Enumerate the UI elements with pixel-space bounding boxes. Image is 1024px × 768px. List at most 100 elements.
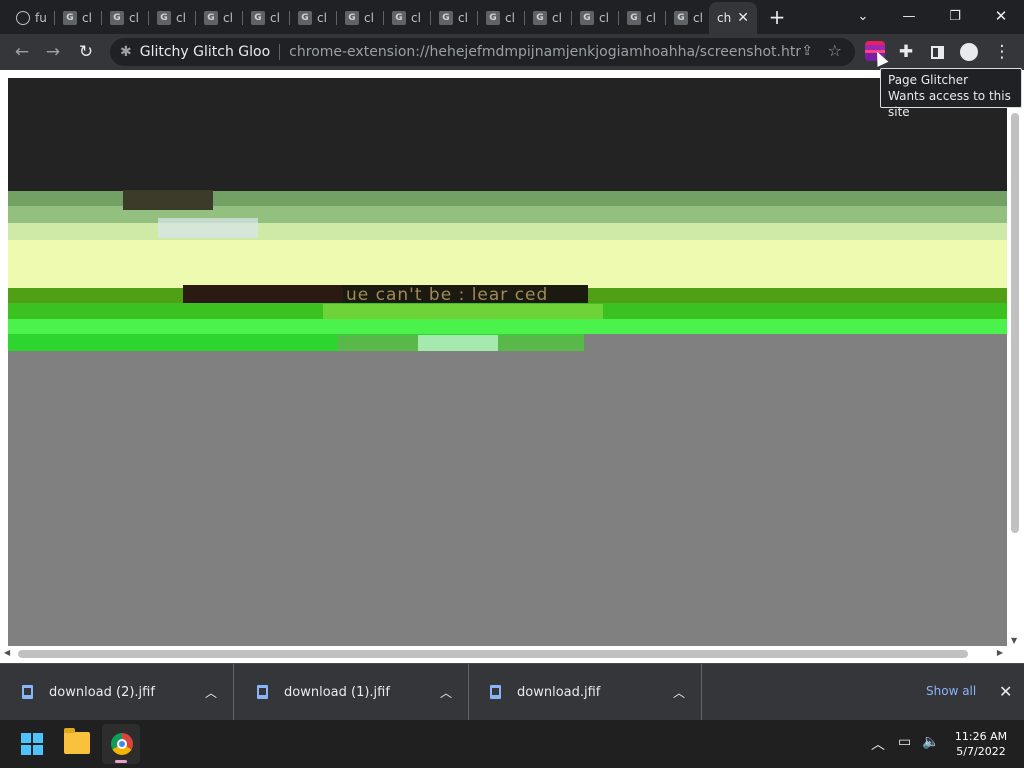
network-icon[interactable]: ▭ [898, 734, 911, 750]
tab-12[interactable]: G cl [525, 4, 572, 32]
bookmark-star-icon[interactable]: ☆ [828, 41, 842, 60]
google-favicon-icon: G [251, 11, 265, 25]
google-favicon-icon: G [486, 11, 500, 25]
reload-icon[interactable]: ↻ [73, 39, 99, 65]
tooltip-title: Page Glitcher [888, 73, 969, 87]
chevron-up-icon[interactable]: ︿ [205, 684, 217, 701]
extensions-icon[interactable]: ✚ [893, 39, 919, 65]
chevron-up-icon[interactable]: ︿ [871, 734, 885, 754]
tab-10[interactable]: G cl [431, 4, 478, 32]
tab-label: cl [364, 11, 374, 25]
google-favicon-icon: G [580, 11, 594, 25]
system-clock[interactable]: 11:26 AM 5/7/2022 [944, 729, 1018, 759]
address-bar[interactable]: ✱ Glitchy Glitch Gloo chrome-extension:/… [110, 38, 855, 66]
google-favicon-icon: G [157, 11, 171, 25]
tab-14[interactable]: G cl [619, 4, 666, 32]
close-window-button[interactable]: ✕ [981, 4, 1021, 28]
tab-5[interactable]: G cl [196, 4, 243, 32]
profile-icon[interactable] [956, 39, 982, 65]
google-favicon-icon: G [392, 11, 406, 25]
tab-label: cl [552, 11, 562, 25]
tab-9[interactable]: G cl [384, 4, 431, 32]
download-item[interactable]: download (1).jfif ︿ [235, 664, 469, 720]
google-favicon-icon: G [204, 11, 218, 25]
chrome-taskbar-button[interactable] [102, 724, 140, 764]
tab-label: cl [270, 11, 280, 25]
glitched-text: ue can't be : lear ced [346, 285, 549, 305]
chrome-icon [111, 733, 133, 755]
scroll-left-arrow-icon[interactable]: ◀ [4, 648, 10, 657]
side-panel-icon[interactable] [924, 39, 950, 65]
tab-label: cl [176, 11, 186, 25]
google-favicon-icon: G [345, 11, 359, 25]
menu-kebab-icon[interactable]: ⋮ [989, 39, 1015, 65]
forward-icon[interactable]: → [40, 39, 66, 65]
tab-11[interactable]: G cl [478, 4, 525, 32]
google-favicon-icon: G [298, 11, 312, 25]
download-filename: download (2).jfif [49, 684, 155, 700]
file-icon [22, 685, 33, 699]
tab-2[interactable]: G cl [55, 4, 102, 32]
tab-8[interactable]: G cl [337, 4, 384, 32]
google-favicon-icon: G [627, 11, 641, 25]
tooltip-subtitle: Wants access to this site [888, 89, 1011, 119]
tab-label: cl [129, 11, 139, 25]
tab-1[interactable]: fu [8, 4, 55, 32]
tab-label: cl [82, 11, 92, 25]
file-icon [257, 685, 268, 699]
tab-label: ch [717, 11, 732, 25]
extension-tooltip: Page Glitcher Wants access to this site [880, 68, 1022, 119]
tab-7[interactable]: G cl [290, 4, 337, 32]
share-icon[interactable]: ⇪ [801, 43, 813, 59]
vertical-scroll-thumb[interactable] [1011, 113, 1019, 533]
download-item[interactable]: download.jfif ︿ [468, 664, 702, 720]
horizontal-scrollbar[interactable]: ◀ ▶ [4, 646, 1007, 660]
file-explorer-icon[interactable] [64, 728, 90, 754]
tab-label: cl [411, 11, 421, 25]
scroll-down-arrow-icon[interactable]: ▼ [1011, 636, 1017, 645]
back-icon[interactable]: ← [9, 39, 35, 65]
clock-time: 11:26 AM [954, 730, 1008, 743]
windows-start-icon[interactable] [21, 733, 43, 755]
tab-label: cl [646, 11, 656, 25]
tab-search-button[interactable]: ⌄ [843, 4, 883, 28]
close-shelf-icon[interactable]: ✕ [999, 682, 1012, 701]
chevron-up-icon[interactable]: ︿ [440, 684, 452, 701]
minimize-button[interactable]: — [889, 4, 929, 28]
scroll-right-arrow-icon[interactable]: ▶ [997, 648, 1003, 657]
tab-active[interactable]: ch ✕ [709, 2, 757, 34]
vertical-scrollbar[interactable]: ▼ [1008, 78, 1022, 663]
tab-label: cl [223, 11, 233, 25]
extension-puzzle-icon: ✱ [120, 44, 132, 60]
chevron-up-icon[interactable]: ︿ [673, 684, 685, 701]
tab-label: cl [693, 11, 703, 25]
download-item[interactable]: download (2).jfif ︿ [0, 664, 234, 720]
tab-6[interactable]: G cl [243, 4, 290, 32]
glitched-screenshot: ue can't be : lear ced [8, 78, 1007, 646]
restore-button[interactable]: ❐ [935, 4, 975, 28]
google-favicon-icon: G [674, 11, 688, 25]
download-shelf: download (2).jfif ︿ download (1).jfif ︿ … [0, 663, 1024, 720]
show-all-button[interactable]: Show all [926, 684, 976, 698]
taskbar: ︿ ▭ 🔈 11:26 AM 5/7/2022 [0, 720, 1024, 768]
tab-3[interactable]: G cl [102, 4, 149, 32]
tab-13[interactable]: G cl [572, 4, 619, 32]
new-tab-button[interactable]: + [766, 5, 788, 29]
file-icon [490, 685, 501, 699]
volume-icon[interactable]: 🔈 [922, 734, 939, 750]
horizontal-scroll-thumb[interactable] [18, 650, 968, 658]
url-text[interactable]: chrome-extension://hehejefmdmpijnamjenkj… [289, 44, 801, 60]
tab-label: cl [458, 11, 468, 25]
page-content: ue can't be : lear ced ▼ ◀ ▶ [0, 70, 1024, 663]
tab-close-icon[interactable]: ✕ [737, 10, 749, 26]
google-favicon-icon: G [533, 11, 547, 25]
download-filename: download (1).jfif [284, 684, 390, 700]
tab-15[interactable]: G cl [666, 4, 709, 32]
tab-label: cl [599, 11, 609, 25]
tab-4[interactable]: G cl [149, 4, 196, 32]
google-favicon-icon: G [439, 11, 453, 25]
tab-label: cl [505, 11, 515, 25]
tab-label: cl [317, 11, 327, 25]
clock-date: 5/7/2022 [956, 745, 1006, 758]
page-title: Glitchy Glitch Gloo [139, 44, 271, 60]
